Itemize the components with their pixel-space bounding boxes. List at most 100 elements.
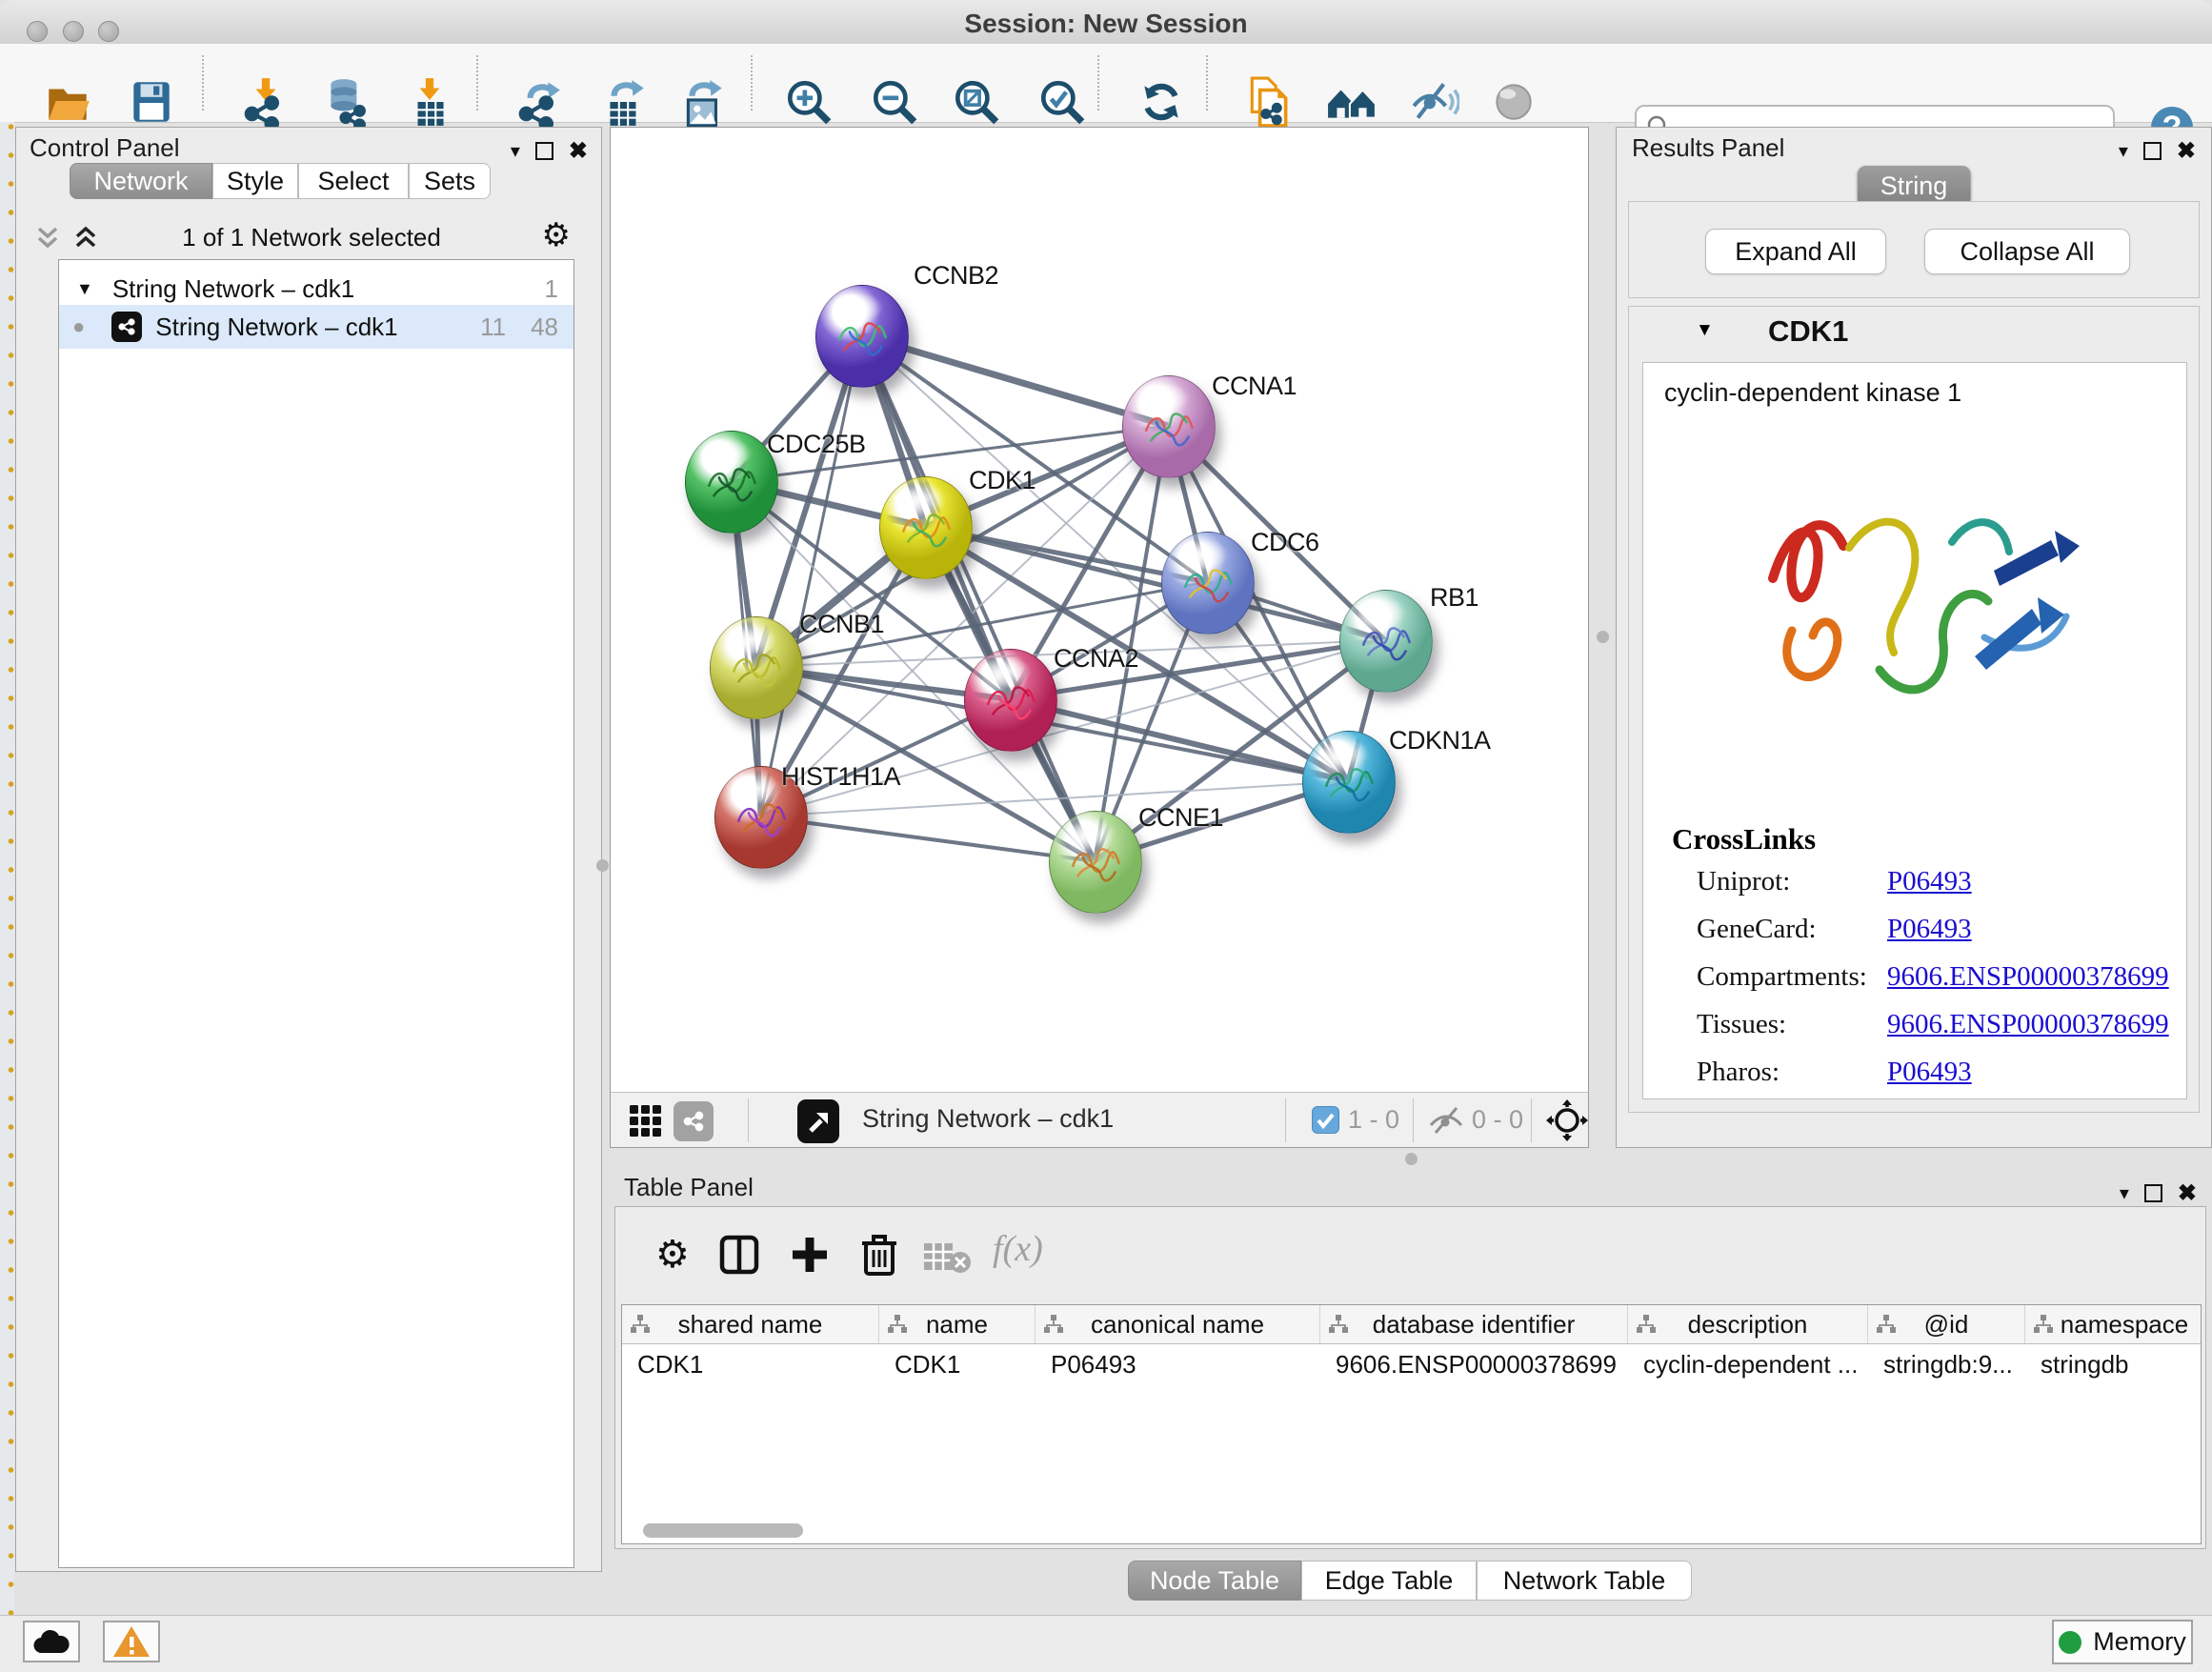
main-toolbar: ? <box>0 44 2212 123</box>
collapse-all-button[interactable]: Collapse All <box>1924 229 2130 274</box>
float-panel-icon[interactable]: ▾ <box>2119 139 2128 163</box>
table-cell[interactable]: CDK1 <box>879 1344 1036 1384</box>
show-columns-icon[interactable] <box>718 1234 760 1280</box>
network-row[interactable]: ● String Network – cdk1 11 48 <box>59 305 573 349</box>
selected-checkbox-icon[interactable] <box>1312 1106 1339 1134</box>
collection-expand-arrow-icon[interactable]: ▼ <box>76 279 93 299</box>
export-image-icon[interactable] <box>678 76 730 128</box>
float-panel-icon[interactable]: ▾ <box>2120 1181 2129 1205</box>
table-cell[interactable]: stringdb:9... <box>1868 1344 2025 1384</box>
table-cell[interactable]: cyclin-dependent ... <box>1628 1344 1868 1384</box>
fit-content-crosshair-icon[interactable] <box>1546 1099 1588 1146</box>
node-highlight <box>894 484 947 514</box>
network-node-ccna1[interactable] <box>1122 375 1216 478</box>
tab-network[interactable]: Network <box>70 163 212 199</box>
vertical-splitter-handle[interactable] <box>1597 631 1609 643</box>
show-eye-icon[interactable] <box>1488 76 1539 128</box>
crosslink-link[interactable]: P06493 <box>1887 866 1972 897</box>
tab-sets[interactable]: Sets <box>409 163 491 199</box>
column-header[interactable]: @id <box>1868 1305 2025 1343</box>
zoom-fit-icon[interactable] <box>951 76 1002 128</box>
birdseye-view-icon[interactable] <box>797 1099 839 1143</box>
homes-icon[interactable] <box>1326 76 1377 128</box>
expand-all-networks-icon[interactable] <box>71 223 100 256</box>
crosslink-label: Pharos: <box>1697 1057 1887 1088</box>
tab-select[interactable]: Select <box>298 163 409 199</box>
add-column-icon[interactable] <box>789 1234 831 1280</box>
cloud-status-button[interactable] <box>23 1621 80 1662</box>
network-node-cdc25b[interactable] <box>685 431 778 534</box>
table-cell[interactable]: CDK1 <box>622 1344 879 1384</box>
tab-edge-table[interactable]: Edge Table <box>1301 1561 1477 1601</box>
section-collapse-arrow-icon[interactable]: ▼ <box>1696 320 1714 341</box>
collapse-all-networks-icon[interactable] <box>33 223 62 256</box>
column-header[interactable]: namespace <box>2025 1305 2202 1343</box>
tab-style[interactable]: Style <box>212 163 298 199</box>
maximize-panel-icon[interactable] <box>2143 142 2162 160</box>
float-panel-icon[interactable]: ▾ <box>511 139 520 163</box>
crosslink-link[interactable]: 9606.ENSP00000378699 <box>1887 961 2169 993</box>
network-node-cdkn1a[interactable] <box>1302 731 1396 834</box>
network-node-ccnb2[interactable] <box>815 285 909 388</box>
hidden-eye-icon[interactable] <box>1428 1106 1464 1139</box>
column-header[interactable]: database identifier <box>1320 1305 1628 1343</box>
statusbar-separator <box>1285 1098 1286 1142</box>
delete-column-icon[interactable] <box>859 1232 899 1280</box>
network-node-ccna2[interactable] <box>964 649 1057 752</box>
column-header[interactable]: canonical name <box>1036 1305 1320 1343</box>
delete-table-icon[interactable] <box>922 1239 972 1279</box>
export-network-icon[interactable] <box>514 76 566 128</box>
vertical-splitter-handle[interactable] <box>596 859 609 872</box>
network-node-ccnb1[interactable] <box>710 616 803 719</box>
network-node-ccne1[interactable] <box>1049 811 1142 914</box>
hide-selected-icon[interactable] <box>1408 76 1459 128</box>
close-panel-icon[interactable]: ✖ <box>569 137 588 165</box>
tab-node-table[interactable]: Node Table <box>1128 1561 1301 1601</box>
toolbar-separator <box>202 55 204 111</box>
maximize-panel-icon[interactable] <box>2144 1184 2162 1202</box>
crosslink-link[interactable]: P06493 <box>1887 914 1972 945</box>
crosslinks-list: Uniprot:P06493GeneCard:P06493Compartment… <box>1697 866 2173 1104</box>
network-label: String Network – cdk1 <box>155 312 397 342</box>
table-cell[interactable]: stringdb <box>2025 1344 2202 1384</box>
grid-view-icon[interactable] <box>628 1103 664 1144</box>
zoom-out-icon[interactable] <box>869 76 920 128</box>
network-options-gear-icon[interactable]: ⚙ <box>542 219 571 252</box>
crosslink-link[interactable]: P06493 <box>1887 1057 1972 1088</box>
column-tree-icon <box>1043 1315 1064 1334</box>
expand-all-button[interactable]: Expand All <box>1705 229 1886 274</box>
file-share-icon[interactable] <box>1244 76 1296 128</box>
column-header[interactable]: shared name <box>622 1305 879 1343</box>
network-canvas[interactable]: CCNB2CCNA1CDC25BCDK1CDC6RB1CCNB1CCNA2CDK… <box>611 128 1588 1092</box>
close-panel-icon[interactable]: ✖ <box>2178 1179 2197 1207</box>
warning-status-button[interactable] <box>103 1621 160 1662</box>
column-header[interactable]: name <box>879 1305 1036 1343</box>
crosslink-link[interactable]: 9606.ENSP00000378699 <box>1887 1009 2169 1040</box>
network-node-cdk1[interactable] <box>879 476 973 579</box>
table-cell[interactable]: P06493 <box>1036 1344 1320 1384</box>
column-header[interactable]: description <box>1628 1305 1868 1343</box>
network-node-rb1[interactable] <box>1339 590 1433 693</box>
function-builder-icon[interactable]: f(x) <box>993 1228 1043 1270</box>
open-session-icon[interactable] <box>42 76 93 128</box>
memory-button[interactable]: Memory <box>2052 1620 2193 1664</box>
import-database-icon[interactable] <box>322 76 373 128</box>
zoom-in-icon[interactable] <box>783 76 835 128</box>
save-session-icon[interactable] <box>126 76 177 128</box>
network-node-cdc6[interactable] <box>1161 532 1255 635</box>
close-panel-icon[interactable]: ✖ <box>2177 137 2196 165</box>
import-table-icon[interactable] <box>404 76 455 128</box>
horizontal-scrollbar[interactable] <box>643 1523 803 1538</box>
zoom-selected-icon[interactable] <box>1036 76 1088 128</box>
maximize-panel-icon[interactable] <box>535 142 553 160</box>
import-network-icon[interactable] <box>240 76 292 128</box>
tab-network-table[interactable]: Network Table <box>1477 1561 1692 1601</box>
refresh-icon[interactable] <box>1136 76 1187 128</box>
table-options-gear-icon[interactable]: ⚙ <box>655 1236 690 1274</box>
export-table-icon[interactable] <box>598 76 650 128</box>
horizontal-splitter-handle[interactable] <box>1405 1153 1418 1165</box>
crosslink-row: Pharos:P06493 <box>1697 1057 2173 1088</box>
table-cell[interactable]: 9606.ENSP00000378699 <box>1320 1344 1628 1384</box>
table-row[interactable]: CDK1CDK1P064939606.ENSP00000378699cyclin… <box>622 1344 2201 1384</box>
network-share-icon[interactable] <box>674 1101 714 1141</box>
